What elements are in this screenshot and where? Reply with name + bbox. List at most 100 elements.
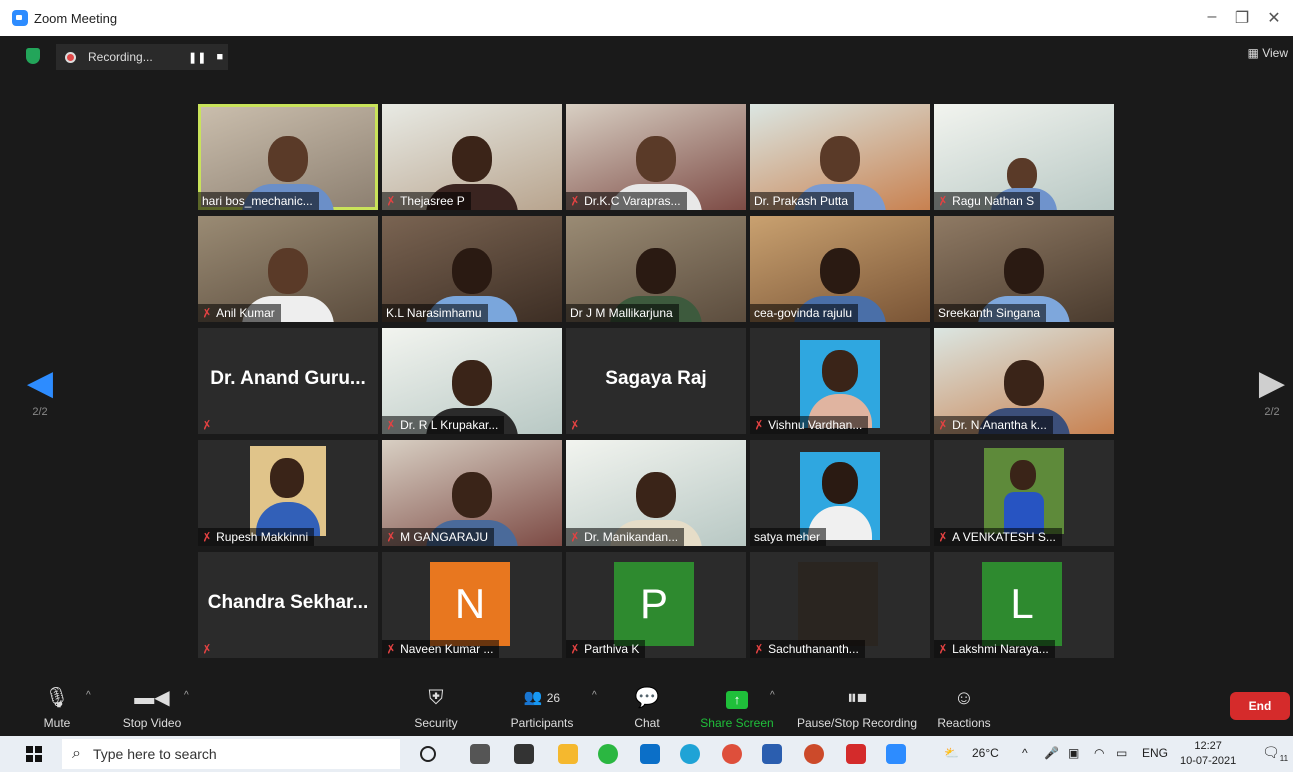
participant-tile[interactable]: ✗ Ragu Nathan S — [934, 104, 1114, 210]
participant-name-label: cea-govinda rajulu — [750, 304, 859, 322]
stop-video-button[interactable]: ▬◀ Stop Video — [116, 686, 188, 730]
task-view-icon[interactable] — [470, 744, 490, 764]
participant-tile[interactable]: L ✗ Lakshmi Naraya... — [934, 552, 1114, 658]
view-button[interactable]: ▦ View — [1248, 46, 1288, 60]
taskbar-search-input[interactable]: ⌕ Type here to search — [62, 739, 400, 769]
recording-label: Recording... — [88, 50, 153, 64]
participant-avatar: N — [430, 562, 510, 646]
participant-tile[interactable]: K.L Narasimhamu — [382, 216, 562, 322]
security-button[interactable]: ⛨ Security — [410, 686, 462, 730]
participant-tile[interactable]: ✗ A VENKATESH S... — [934, 440, 1114, 546]
participant-name-label: ✗ — [198, 640, 222, 658]
mic-muted-icon: ✗ — [752, 641, 766, 657]
participant-tile[interactable]: Sreekanth Singana — [934, 216, 1114, 322]
restore-icon[interactable]: ❐ — [1230, 8, 1254, 28]
acrobat-icon[interactable] — [846, 744, 866, 764]
participant-tile[interactable]: ✗ Vishnu Vardhan... — [750, 328, 930, 434]
pause-stop-recording-button[interactable]: ⏸⏹ Pause/Stop Recording — [794, 686, 920, 730]
participant-name-label: ✗ Sachuthananth... — [750, 640, 865, 658]
participant-tile[interactable]: ✗ M GANGARAJU — [382, 440, 562, 546]
share-screen-button[interactable]: ↑ Share Screen — [700, 686, 774, 730]
reactions-button[interactable]: ☺ Reactions — [936, 686, 992, 730]
chat-button[interactable]: 💬 Chat — [632, 686, 662, 730]
participants-button[interactable]: 👥 26 Participants — [506, 686, 578, 730]
mail-icon[interactable] — [640, 744, 660, 764]
video-camera-icon: ▬◀ — [134, 687, 170, 709]
end-meeting-button[interactable]: End — [1230, 692, 1290, 720]
edge-icon[interactable] — [680, 744, 700, 764]
weather-icon[interactable]: ⛅ — [944, 746, 959, 760]
participant-tile[interactable]: P ✗ Parthiva K — [566, 552, 746, 658]
next-page-button[interactable]: ▶ 2/2 — [1252, 366, 1292, 418]
prev-page-button[interactable]: ◀ 2/2 — [20, 366, 60, 418]
windows-start-icon[interactable] — [26, 746, 42, 762]
participant-tile[interactable]: Dr J M Mallikarjuna — [566, 216, 746, 322]
file-explorer-icon[interactable] — [558, 744, 578, 764]
chrome-icon[interactable] — [722, 744, 742, 764]
zoom-taskbar-icon[interactable] — [886, 744, 906, 764]
language-indicator[interactable]: ENG — [1142, 746, 1168, 760]
participant-name-label: ✗ Dr. R L Krupakar... — [382, 416, 505, 434]
chevron-up-icon[interactable]: ^ — [1022, 746, 1028, 760]
taskbar-clock[interactable]: 12:27 10-07-2021 — [1180, 739, 1236, 769]
participant-tile[interactable]: ✗ Dr. R L Krupakar... — [382, 328, 562, 434]
participant-tile[interactable]: ✗ Dr. Manikandan... — [566, 440, 746, 546]
recording-dot-icon — [65, 51, 76, 63]
participant-tile[interactable]: ✗ Anil Kumar — [198, 216, 378, 322]
gallery-grid: hari bos_mechanic... ✗ Thejasree P ✗ Dr.K.… — [198, 104, 1116, 666]
participant-tile[interactable]: cea-govinda rajulu — [750, 216, 930, 322]
participant-tile[interactable]: ✗ Thejasree P — [382, 104, 562, 210]
participant-tile[interactable]: N ✗ Naveen Kumar ... — [382, 552, 562, 658]
participant-name-label: ✗ Vishnu Vardhan... — [750, 416, 869, 434]
mic-muted-icon: ✗ — [936, 641, 950, 657]
audio-options-caret[interactable]: ^ — [86, 690, 91, 701]
microphone-tray-icon[interactable]: 🎤 — [1044, 746, 1059, 760]
participant-tile[interactable]: ✗ Dr. N.Anantha k... — [934, 328, 1114, 434]
whatsapp-icon[interactable] — [598, 744, 618, 764]
security-shield-icon[interactable] — [26, 48, 40, 64]
participant-name-label: K.L Narasimhamu — [382, 304, 488, 322]
store-icon[interactable] — [514, 744, 534, 764]
smiley-icon: ☺ — [953, 687, 975, 709]
participant-tile[interactable]: Dr. Prakash Putta — [750, 104, 930, 210]
participant-avatar: L — [982, 562, 1062, 646]
chat-icon: 💬 — [634, 687, 660, 709]
cortana-icon[interactable] — [420, 746, 436, 762]
battery-icon[interactable]: ▭ — [1116, 746, 1127, 760]
wifi-icon[interactable]: ◠ — [1094, 746, 1104, 760]
minimize-icon[interactable]: – — [1200, 8, 1224, 26]
app-tray-icon[interactable]: ▣ — [1068, 746, 1079, 760]
participant-tile[interactable]: hari bos_mechanic... — [198, 104, 378, 210]
participants-count: 26 — [546, 691, 561, 705]
participant-tile[interactable]: satya meher — [750, 440, 930, 546]
word-icon[interactable] — [762, 744, 782, 764]
shield-icon: ⛨ — [428, 687, 444, 709]
mute-button[interactable]: 🎙 Mute — [40, 686, 74, 730]
participant-display-name: Sagaya Raj — [605, 368, 707, 389]
participant-name-label: ✗ Parthiva K — [566, 640, 646, 658]
pause-recording-button[interactable]: ❚❚ — [188, 51, 206, 64]
chevron-left-icon: ◀ — [26, 364, 54, 402]
search-icon: ⌕ — [72, 745, 81, 762]
video-options-caret[interactable]: ^ — [184, 690, 189, 701]
grid-icon: ▦ — [1247, 46, 1259, 60]
participant-tile[interactable]: ✗ Dr.K.C Varapras... — [566, 104, 746, 210]
mic-muted-icon: ✗ — [200, 305, 214, 321]
participant-photo — [250, 446, 326, 536]
close-icon[interactable]: ✕ — [1262, 8, 1286, 28]
participant-tile[interactable]: Dr. Anand Guru... ✗ — [198, 328, 378, 434]
participant-name-label: ✗ Lakshmi Naraya... — [934, 640, 1055, 658]
mic-muted-icon: ✗ — [384, 193, 398, 209]
mic-muted-icon: ✗ — [568, 529, 582, 545]
participant-tile[interactable]: ✗ Sachuthananth... — [750, 552, 930, 658]
share-options-caret[interactable]: ^ — [770, 690, 775, 701]
stop-recording-button[interactable]: ■ — [216, 51, 223, 63]
powerpoint-icon[interactable] — [804, 744, 824, 764]
participants-options-caret[interactable]: ^ — [592, 690, 597, 701]
participant-tile[interactable]: Sagaya Raj ✗ — [566, 328, 746, 434]
participant-name-label: ✗ Dr. N.Anantha k... — [934, 416, 1053, 434]
participant-tile[interactable]: ✗ Rupesh Makkinni — [198, 440, 378, 546]
participant-tile[interactable]: Chandra Sekhar... ✗ — [198, 552, 378, 658]
notification-icon[interactable]: 🗨11 — [1262, 744, 1288, 763]
participant-display-name: Dr. Anand Guru... — [210, 368, 366, 389]
